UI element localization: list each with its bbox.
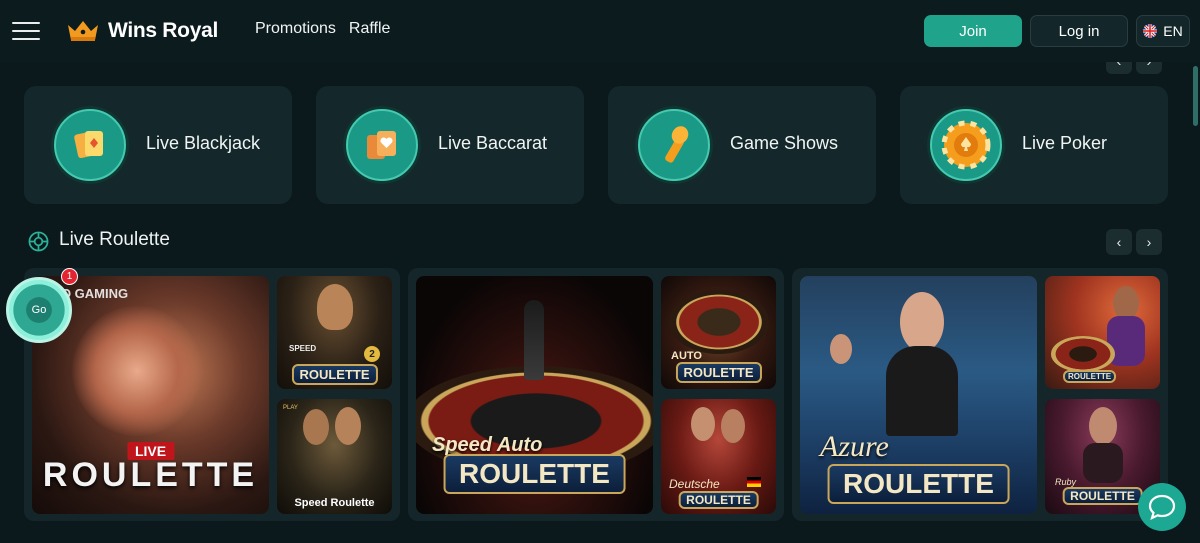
roulette-next-button[interactable]: › xyxy=(1136,229,1162,255)
game-subtitle: Azure xyxy=(820,430,889,463)
menu-icon[interactable] xyxy=(12,22,40,40)
game-tile-deutsche-roulette[interactable]: Deutsche ROULETTE xyxy=(661,399,776,514)
game-group-2: Speed Auto ROULETTE AUTO ROULETTE Deutsc… xyxy=(408,268,784,521)
page: Smartbet Live ‹ › Wins Royal Promotions … xyxy=(0,0,1200,543)
game-tile-speed-roulette-2[interactable]: SPEED 2 ROULETTE xyxy=(277,276,392,389)
playing-cards-icon xyxy=(54,109,126,181)
dealer-image xyxy=(830,334,852,364)
roulette-prev-button[interactable]: ‹ xyxy=(1106,229,1132,255)
dealer-image xyxy=(721,409,745,443)
top-header: Wins Royal Promotions Raffle Join Log in… xyxy=(0,0,1200,62)
game-subtitle: Ruby xyxy=(1055,477,1077,487)
dealer-image xyxy=(317,284,353,330)
poker-chip-icon xyxy=(930,109,1002,181)
category-card-game-shows[interactable]: Game Shows xyxy=(608,86,876,204)
game-title: ROULETTE xyxy=(675,362,762,383)
dealer-image xyxy=(72,306,202,436)
crown-icon xyxy=(68,21,98,41)
table-number-badge: 2 xyxy=(364,346,380,362)
category-card-live-baccarat[interactable]: Live Baccarat xyxy=(316,86,584,204)
game-group-1: VIVO GAMING LIVE ROULETTE SPEED 2 ROULET… xyxy=(24,268,400,521)
nav-promotions[interactable]: Promotions xyxy=(255,20,336,38)
game-tile-speed-roulette[interactable]: PLAY Speed Roulette xyxy=(277,399,392,514)
wheel-go-label: Go xyxy=(26,297,52,323)
germany-flag-icon xyxy=(747,477,761,487)
game-tile-roulette-orange[interactable]: ROULETTE xyxy=(1045,276,1160,389)
dealer-dress xyxy=(1083,443,1123,483)
game-title: ROULETTE xyxy=(291,364,378,385)
main-nav: Promotions Raffle xyxy=(255,20,390,38)
game-subtitle: Deutsche xyxy=(669,477,720,491)
game-title: ROULETTE xyxy=(443,454,626,494)
dealer-image xyxy=(1113,286,1139,320)
dealer-dress xyxy=(886,346,958,436)
game-title: ROULETTE xyxy=(42,456,259,494)
language-selector[interactable]: EN xyxy=(1136,15,1190,47)
game-title: ROULETTE xyxy=(827,464,1010,504)
uk-flag-icon xyxy=(1143,24,1158,38)
speed-tag: SPEED xyxy=(289,344,317,353)
game-tile-auto-roulette[interactable]: AUTO ROULETTE xyxy=(661,276,776,389)
section-title-live-roulette: Live Roulette xyxy=(59,229,170,250)
category-card-live-blackjack[interactable]: Live Blackjack xyxy=(24,86,292,204)
wheel-turret xyxy=(524,300,544,380)
roulette-wheel-image xyxy=(1051,336,1115,372)
join-button[interactable]: Join xyxy=(924,15,1022,47)
dealer-image xyxy=(1089,407,1117,445)
auto-tag: AUTO xyxy=(671,350,702,362)
dealer-image xyxy=(335,407,361,445)
brand-logo[interactable]: Wins Royal xyxy=(66,19,218,43)
chat-button[interactable] xyxy=(1138,483,1186,531)
nav-raffle[interactable]: Raffle xyxy=(349,20,391,38)
dealer-image xyxy=(303,409,329,445)
microphone-icon xyxy=(638,109,710,181)
game-tile-speed-auto-roulette[interactable]: Speed Auto ROULETTE xyxy=(416,276,653,514)
game-tile-azure-roulette[interactable]: Azure ROULETTE xyxy=(800,276,1037,514)
play-tag: PLAY xyxy=(283,405,298,411)
dealer-image xyxy=(691,407,715,441)
category-label: Live Blackjack xyxy=(146,133,261,153)
game-title: Speed Roulette xyxy=(294,497,375,509)
login-button[interactable]: Log in xyxy=(1030,15,1128,47)
brand-name: Wins Royal xyxy=(108,19,218,42)
category-card-live-poker[interactable]: Live Poker xyxy=(900,86,1168,204)
page-scrollbar[interactable] xyxy=(1193,66,1198,126)
notification-badge: 1 xyxy=(61,268,78,285)
category-label: Live Baccarat xyxy=(438,133,548,153)
roulette-icon xyxy=(28,231,49,252)
game-title: ROULETTE xyxy=(678,491,759,509)
roulette-wheel-image xyxy=(669,290,769,354)
category-label: Game Shows xyxy=(730,133,839,153)
chat-bubble-icon xyxy=(1148,494,1176,520)
category-label: Live Poker xyxy=(1022,133,1108,153)
heart-cards-icon xyxy=(346,109,418,181)
bonus-wheel-widget[interactable]: Go xyxy=(6,277,72,343)
game-title: ROULETTE xyxy=(1063,370,1117,383)
dealer-image xyxy=(900,292,944,352)
game-title: ROULETTE xyxy=(1062,487,1143,505)
game-group-3: Azure ROULETTE ROULETTE Ruby ROULETTE xyxy=(792,268,1168,521)
language-code: EN xyxy=(1163,23,1183,39)
